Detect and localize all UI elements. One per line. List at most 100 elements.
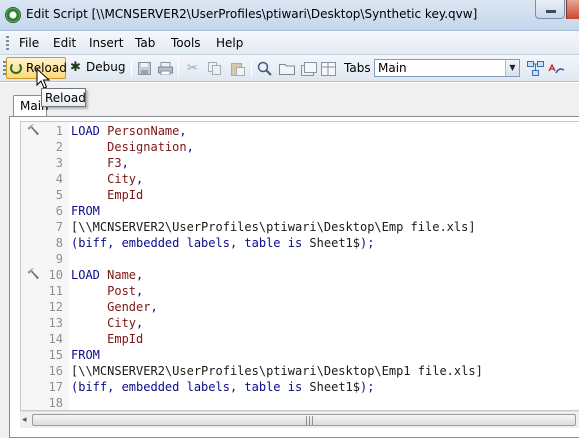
code-token: EmpId [107, 188, 144, 202]
save-icon[interactable] [136, 60, 153, 77]
code-token: (biff, embedded labels, table is [71, 236, 310, 250]
table-files-icon[interactable] [300, 60, 317, 77]
code-text: [\\MCNSERVER2\UserProfiles\ptiwari\Deskt… [71, 364, 483, 378]
reload-icon [10, 62, 22, 74]
horizontal-scrollbar[interactable]: ◂ ||| [20, 411, 579, 428]
minimize-button[interactable] [535, 0, 565, 19]
code-line[interactable]: 17 (biff, embedded labels, table is Sheet… [21, 380, 579, 396]
qlikview-app-icon [5, 7, 21, 23]
scroll-left-arrow-icon[interactable]: ◂ [22, 415, 27, 425]
code-line[interactable]: 13 City, [21, 316, 579, 332]
code-token: Name [107, 268, 137, 282]
code-line[interactable]: 5 EmpId [21, 188, 579, 204]
code-line[interactable]: 2 Designation, [21, 140, 579, 156]
code-text: EmpId [71, 332, 143, 346]
fold-marker-icon[interactable]: 🔨 [27, 269, 39, 281]
code-text: FROM [71, 348, 100, 362]
tabs-label: Tabs [344, 61, 371, 75]
code-line[interactable]: 🔨 1 LOAD PersonName, [21, 124, 579, 140]
scrollbar-grip-icon: ||| [305, 416, 315, 426]
scrollbar-thumb[interactable]: ||| [32, 414, 576, 426]
menu-help[interactable]: Help [214, 35, 245, 51]
line-number: 6 [55, 204, 63, 218]
code-token: , [136, 172, 144, 186]
code-line[interactable]: 14 EmpId [21, 332, 579, 348]
copy-icon[interactable] [206, 60, 223, 77]
find-icon[interactable] [256, 60, 273, 77]
line-number: 13 [48, 316, 63, 330]
variables-icon[interactable] [527, 60, 544, 77]
menu-tools[interactable]: Tools [169, 35, 203, 51]
title-bar: Edit Script [\\MCNSERVER2\UserProfiles\p… [0, 0, 579, 31]
tabs-dropdown-value: Main [378, 61, 407, 75]
line-number: 7 [55, 220, 63, 234]
close-button[interactable] [566, 0, 579, 19]
line-number: 16 [48, 364, 63, 378]
table-icon[interactable] [320, 60, 337, 77]
line-number: 10 [48, 268, 63, 282]
window-title: Edit Script [\\MCNSERVER2\UserProfiles\p… [26, 7, 478, 21]
code-token: F3 [107, 156, 122, 170]
code-text: [\\MCNSERVER2\UserProfiles\ptiwari\Deskt… [71, 220, 476, 234]
code-text: Designation, [71, 140, 194, 154]
code-token: Sheet1$ [309, 380, 360, 394]
print-icon[interactable] [157, 60, 174, 77]
toolbar-separator [251, 59, 252, 78]
code-line[interactable]: 11 Post, [21, 284, 579, 300]
code-line[interactable]: 9 [21, 252, 579, 268]
code-token: , [136, 268, 144, 282]
open-folder-icon[interactable] [278, 60, 295, 77]
code-line[interactable]: 3 F3, [21, 156, 579, 172]
code-line[interactable]: 4 City, [21, 172, 579, 188]
fold-marker-icon[interactable]: 🔨 [27, 125, 39, 137]
code-line[interactable]: 🔨 10 LOAD Name, [21, 268, 579, 284]
code-token: City [107, 316, 137, 330]
script-editor[interactable]: 🔨 1 LOAD PersonName, 2 Designation, 3 F3, 4 C… [20, 121, 579, 411]
cut-icon[interactable]: ✂ [184, 60, 201, 77]
code-line[interactable]: 12 Gender, [21, 300, 579, 316]
paste-icon[interactable] [229, 60, 246, 77]
code-text: LOAD PersonName, [71, 124, 187, 138]
tabs-dropdown[interactable]: Main ▼ [374, 59, 520, 77]
code-line[interactable]: 16 [\\MCNSERVER2\UserProfiles\ptiwari\Des… [21, 364, 579, 380]
code-text: City, [71, 172, 143, 186]
menu-tab[interactable]: Tab [133, 35, 157, 51]
code-line[interactable]: 7 [\\MCNSERVER2\UserProfiles\ptiwari\Desk… [21, 220, 579, 236]
code-line[interactable]: 6 FROM [21, 204, 579, 220]
chevron-down-icon[interactable]: ▼ [505, 60, 519, 76]
line-number: 15 [48, 348, 63, 362]
syntax-check-icon[interactable] [548, 60, 565, 77]
code-text: Post, [71, 284, 143, 298]
code-line[interactable]: 18 [21, 396, 579, 410]
menu-insert[interactable]: Insert [87, 35, 125, 51]
code-text: EmpId [71, 188, 143, 202]
code-line[interactable]: 15 FROM [21, 348, 579, 364]
code-line[interactable]: 8 (biff, embedded labels, table is Sheet1… [21, 236, 579, 252]
menu-file[interactable]: File [17, 35, 41, 51]
code-text: (biff, embedded labels, table is Sheet1$… [71, 236, 374, 250]
debug-button[interactable]: ✱ Debug [69, 57, 127, 79]
code-token: [\\MCNSERVER2\UserProfiles\ptiwari\Deskt… [71, 364, 483, 378]
code-token: Post [107, 284, 137, 298]
menu-edit[interactable]: Edit [51, 35, 78, 51]
code-token: , [150, 300, 158, 314]
line-number: 12 [48, 300, 63, 314]
menu-bar: File Edit Insert Tab Tools Help [0, 31, 579, 55]
code-text: City, [71, 316, 143, 330]
code-token: , [136, 284, 144, 298]
line-number: 2 [55, 140, 63, 154]
line-number: 18 [48, 396, 63, 410]
reload-tooltip: Reload [41, 88, 86, 107]
line-number: 5 [55, 188, 63, 202]
code-token: , [121, 156, 129, 170]
code-token: EmpId [107, 332, 144, 346]
toolbar: Reload ✱ Debug ✂ Tabs Main ▼ [0, 55, 579, 82]
code-token: City [107, 172, 137, 186]
code-token: LOAD [71, 268, 108, 282]
menu-grip-icon[interactable] [6, 36, 9, 50]
